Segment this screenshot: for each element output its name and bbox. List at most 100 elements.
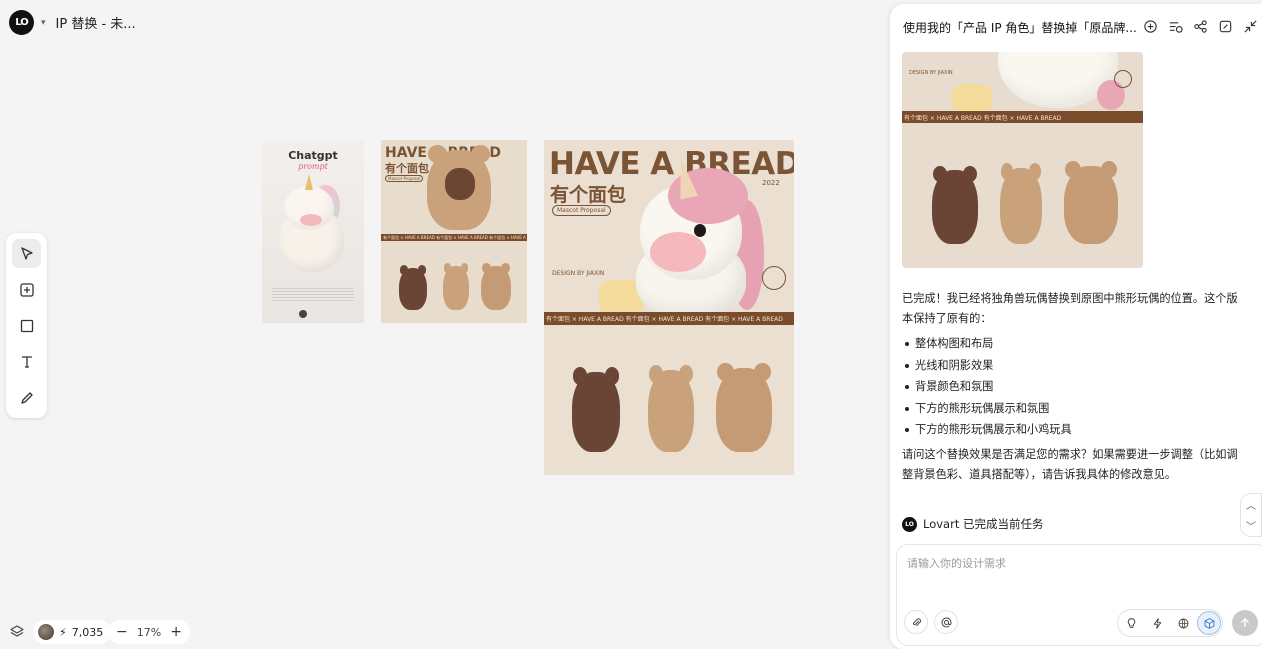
model-button[interactable] (1197, 611, 1221, 635)
artboard-bear-poster[interactable]: HAVE A BREAD 有个面包 Mascot Proposal 有个面包 ×… (381, 140, 527, 323)
chevron-up-icon[interactable]: ︿ (1246, 497, 1256, 512)
bear-badge-icon (762, 266, 786, 290)
chat-image-design-credit: DESIGN BY JIAXIN (909, 70, 953, 76)
zoom-control: − 17% + (108, 620, 190, 644)
list-item: 光线和阴影效果 (902, 355, 1247, 377)
text-icon (21, 355, 32, 368)
bear-poster-strip: 有个面包 × HAVE A BREAD 有个面包 × HAVE A BREAD … (381, 234, 527, 241)
lovart-logo-small: LO (902, 516, 917, 532)
mention-button[interactable] (934, 610, 958, 634)
chat-title: 使用我的「产品 IP 角色」替换掉「原品牌... (903, 21, 1137, 35)
chick-toy (952, 84, 992, 112)
bear-plush-1 (932, 165, 978, 244)
message-intro: 已完成！我已经将独角兽玩偶替换到原图中熊形玩偶的位置。这个版本保持了原有的： (902, 292, 1238, 325)
result-poster-strip: 有个面包 × HAVE A BREAD 有个面包 × HAVE A BREAD … (544, 312, 794, 325)
zoom-level[interactable]: 17% (137, 626, 161, 639)
bear-plush-3 (1064, 161, 1118, 244)
list-item: 整体构图和布局 (902, 333, 1247, 355)
bear-plush-1 (572, 367, 620, 452)
input-right-actions (1117, 609, 1258, 637)
artboard-unicorn-poster[interactable]: Chatgpt prompt (262, 140, 364, 323)
send-button[interactable] (1232, 610, 1258, 636)
text-tool-button[interactable] (12, 347, 41, 376)
bear-plush-2 (648, 365, 694, 452)
at-icon (941, 617, 951, 627)
scroll-controls: ︿ ﹀ (1240, 493, 1262, 537)
zoom-in-button[interactable]: + (170, 624, 182, 640)
layers-icon[interactable] (9, 624, 25, 640)
lightning-icon: ⚡ (59, 625, 67, 639)
avatar[interactable] (38, 624, 54, 640)
project-title[interactable]: IP 替换 - 未... (56, 13, 136, 32)
bear-badge-icon (1114, 70, 1132, 88)
idea-mode-button[interactable] (1119, 611, 1143, 635)
plus-square-icon (19, 282, 34, 297)
poster-body-text (272, 288, 354, 302)
lovart-logo[interactable]: LO (9, 10, 34, 35)
lightbulb-icon (1127, 617, 1135, 628)
rectangle-tool-button[interactable] (12, 311, 41, 340)
chat-panel: 使用我的「产品 IP 角色」替换掉「原品牌... DESIGN BY JIAXI… (890, 4, 1262, 649)
result-poster-design-credit: DESIGN BY JIAXIN (552, 270, 605, 277)
poster-subtitle: prompt (298, 162, 328, 171)
bear-plush-3 (481, 263, 511, 310)
share-icon[interactable] (1193, 19, 1208, 34)
credits-count: 7,035 (71, 625, 104, 639)
list-item: 下方的熊形玩偶展示和小鸡玩具 (902, 419, 1247, 441)
chevron-down-icon[interactable]: ▾ (41, 18, 46, 28)
fast-mode-button[interactable] (1145, 611, 1169, 635)
unicorn-snout (650, 232, 706, 272)
bear-plush-2 (443, 263, 469, 310)
list-item: 下方的熊形玩偶展示和氛围 (902, 398, 1247, 420)
cursor-icon (20, 246, 33, 260)
message-question: 请问这个替换效果是否满足您的需求？如果需要进一步调整（比如调整背景色彩、道具搭配… (902, 447, 1238, 481)
history-icon[interactable] (1168, 19, 1183, 34)
arrow-up-icon (1241, 618, 1249, 627)
unicorn-snout (300, 214, 322, 226)
pencil-icon (20, 391, 33, 404)
list-item: 背景颜色和氛围 (902, 376, 1247, 398)
lightning-icon (1153, 617, 1161, 629)
left-toolbar (6, 233, 47, 418)
bear-plush-2 (1000, 163, 1042, 244)
mode-switcher (1117, 609, 1223, 637)
credits-badge[interactable]: ⚡ 7,035 (33, 620, 112, 644)
artboard-result-poster[interactable]: HAVE A BREAD 有个面包 2022 Mascot Proposal D… (544, 140, 794, 475)
result-poster-year: 2022 (762, 179, 780, 187)
bear-poster-cn-title: 有个面包 (385, 162, 429, 175)
cube-icon (1204, 617, 1214, 629)
chat-header-actions (1143, 19, 1258, 34)
top-bar: LO ▾ IP 替换 - 未... (9, 10, 136, 35)
web-search-button[interactable] (1171, 611, 1195, 635)
expand-icon[interactable] (1218, 19, 1233, 34)
input-left-actions (904, 610, 958, 634)
attach-button[interactable] (904, 610, 928, 634)
message-bullet-list: 整体构图和布局 光线和阴影效果 背景颜色和氛围 下方的熊形玩偶展示和氛围 下方的… (902, 333, 1247, 441)
add-frame-button[interactable] (12, 275, 41, 304)
task-status-text: Lovart 已完成当前任务 (923, 517, 1044, 531)
new-chat-icon[interactable] (1143, 19, 1158, 34)
unicorn-horn (305, 174, 313, 190)
collapse-icon[interactable] (1243, 19, 1258, 34)
result-poster-tag: Mascot Proposal (552, 205, 611, 216)
chevron-down-icon[interactable]: ﹀ (1246, 518, 1256, 533)
chat-input-box (896, 544, 1262, 646)
bear-plush-1 (399, 265, 427, 310)
task-status: LO Lovart 已完成当前任务 (902, 516, 1044, 532)
bear-poster-tag: Mascot Proposal (385, 175, 424, 182)
unicorn-eye (694, 224, 706, 237)
zoom-out-button[interactable]: − (116, 624, 128, 640)
assistant-message: 已完成！我已经将独角兽玩偶替换到原图中熊形玩偶的位置。这个版本保持了原有的： 整… (902, 289, 1247, 485)
result-poster-cn-title: 有个面包 (550, 184, 627, 206)
result-poster-title: HAVE A BREAD (549, 146, 794, 182)
bear-plush-3 (716, 362, 772, 452)
chat-image-strip: 有个面包 × HAVE A BREAD 有个面包 × HAVE A BREAD (902, 111, 1143, 123)
select-tool-button[interactable] (12, 239, 41, 268)
poster-avatar-dot (299, 310, 307, 318)
square-icon (20, 319, 33, 332)
pen-tool-button[interactable] (12, 383, 41, 412)
globe-icon (1178, 618, 1188, 628)
chat-result-image[interactable]: DESIGN BY JIAXIN 有个面包 × HAVE A BREAD 有个面… (902, 52, 1143, 268)
chat-input[interactable] (907, 555, 1237, 595)
poster-title: Chatgpt (288, 149, 338, 162)
